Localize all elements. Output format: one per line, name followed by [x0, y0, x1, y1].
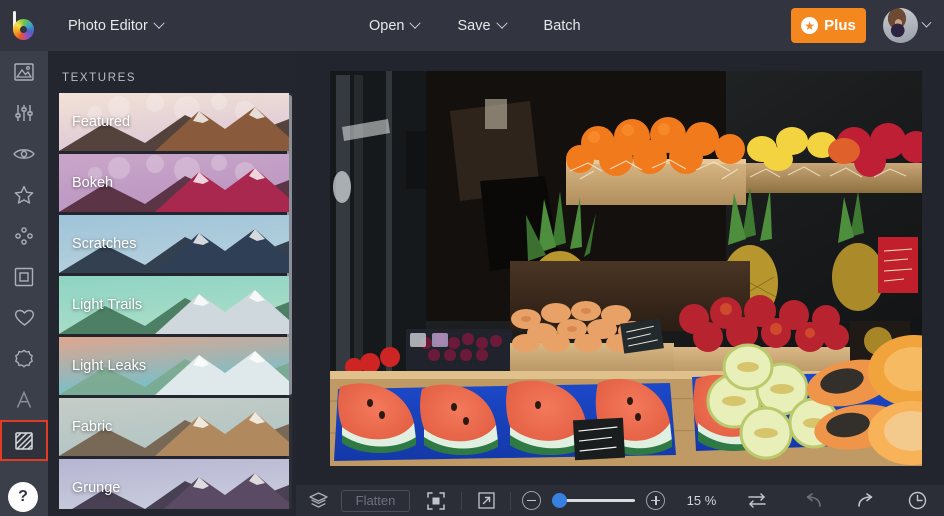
- heart-icon: [14, 309, 34, 326]
- fit-to-screen-button[interactable]: [410, 485, 460, 516]
- plus-label: Plus: [824, 17, 856, 34]
- expand-arrow-icon: [477, 492, 495, 509]
- texture-item[interactable]: Grunge: [59, 459, 289, 509]
- befunky-logo-icon: [10, 10, 38, 41]
- textures-list[interactable]: Featured Bokeh Scratches Light Trails Light …: [48, 93, 296, 509]
- star-icon: ★: [801, 17, 819, 34]
- market-photo: [330, 71, 922, 466]
- dots-cluster-icon: [15, 226, 33, 245]
- fit-to-screen-icon: [426, 491, 445, 510]
- account-menu[interactable]: [883, 8, 932, 43]
- app-logo[interactable]: [0, 0, 48, 51]
- texture-item-label: Featured: [72, 114, 131, 130]
- topbar-center-actions: Open Save Batch: [355, 0, 595, 51]
- redo-icon: [858, 492, 873, 507]
- texture-item[interactable]: Light Leaks: [59, 337, 289, 395]
- top-toolbar: Photo Editor Open Save Batch ★ Plus: [0, 0, 944, 51]
- undo-icon: [806, 492, 821, 507]
- texture-item[interactable]: Fabric: [59, 398, 289, 456]
- sidebar-item-text[interactable]: [0, 379, 48, 420]
- photo-editor-app: Photo Editor Open Save Batch ★ Plus ? TE…: [0, 0, 944, 516]
- mode-label: Photo Editor: [68, 17, 148, 34]
- texture-item[interactable]: Featured: [59, 93, 289, 151]
- zoom-slider[interactable]: [552, 493, 636, 509]
- textures-hatch-icon: [15, 431, 33, 450]
- zoom-in-button[interactable]: [635, 485, 676, 516]
- redo-button[interactable]: [839, 485, 891, 516]
- batch-label: Batch: [543, 17, 581, 34]
- batch-button[interactable]: Batch: [530, 10, 595, 42]
- chevron-down-icon: [495, 17, 508, 29]
- chevron-down-icon: [153, 17, 165, 29]
- sidebar-item-textures[interactable]: [0, 420, 48, 461]
- sidebar-item-overlays[interactable]: [0, 338, 48, 379]
- sidebar-item-frames[interactable]: [0, 256, 48, 297]
- expand-button[interactable]: [462, 485, 511, 516]
- sidebar-item-image[interactable]: [0, 51, 48, 92]
- sliders-icon: [15, 104, 33, 121]
- bottom-toolbar: Flatten 15 %: [296, 485, 944, 516]
- history-clock-icon: [909, 491, 927, 510]
- compare-swap-icon: [748, 493, 766, 508]
- star-outline-icon: [14, 185, 34, 204]
- flatten-label: Flatten: [355, 493, 396, 508]
- zoom-out-button[interactable]: [511, 485, 552, 516]
- panel-title: TEXTURES: [62, 72, 137, 84]
- chevron-down-icon: [921, 17, 932, 28]
- sidebar-item-artsy[interactable]: [0, 215, 48, 256]
- open-button[interactable]: Open: [355, 10, 433, 42]
- minus-icon: [522, 491, 542, 510]
- mode-selector[interactable]: Photo Editor: [56, 11, 175, 41]
- compare-button[interactable]: [727, 485, 787, 516]
- save-label: Save: [457, 17, 491, 34]
- layers-icon: [309, 492, 328, 508]
- texture-item-label: Light Leaks: [72, 358, 147, 374]
- open-label: Open: [369, 17, 405, 34]
- zoom-slider-knob[interactable]: [552, 493, 568, 508]
- texture-item-label: Bokeh: [72, 175, 114, 191]
- help-label: ?: [18, 488, 28, 505]
- plus-upgrade-button[interactable]: ★ Plus: [791, 8, 866, 43]
- plus-icon: [646, 491, 666, 510]
- texture-item[interactable]: Light Trails: [59, 276, 289, 334]
- letter-a-icon: [16, 390, 32, 408]
- tool-rail: ?: [0, 51, 48, 516]
- textures-panel: TEXTURES Featured Bokeh Scratches Light Tra…: [48, 51, 296, 516]
- sidebar-item-edit[interactable]: [0, 92, 48, 133]
- history-button[interactable]: [892, 485, 944, 516]
- texture-item-label: Fabric: [72, 419, 113, 435]
- texture-item-label: Scratches: [72, 236, 137, 252]
- sidebar-item-effects[interactable]: [0, 174, 48, 215]
- texture-item-label: Light Trails: [72, 297, 143, 313]
- texture-item-label: Grunge: [72, 480, 121, 496]
- chevron-down-icon: [409, 17, 422, 29]
- zoom-level: 15 %: [686, 493, 717, 508]
- frame-icon: [14, 267, 34, 286]
- texture-item[interactable]: Scratches: [59, 215, 289, 273]
- sidebar-item-graphics[interactable]: [0, 297, 48, 338]
- photo-canvas[interactable]: [330, 71, 922, 466]
- sidebar-item-touch-up[interactable]: [0, 133, 48, 174]
- texture-item[interactable]: Bokeh: [59, 154, 289, 212]
- layers-button[interactable]: [296, 485, 341, 516]
- image-icon: [14, 62, 34, 81]
- undo-button[interactable]: [787, 485, 839, 516]
- flatten-button[interactable]: Flatten: [340, 489, 411, 512]
- canvas-stage[interactable]: [296, 51, 944, 485]
- avatar: [883, 8, 918, 43]
- badge-seal-icon: [15, 349, 33, 367]
- eye-icon: [13, 148, 35, 159]
- help-button[interactable]: ?: [8, 482, 38, 512]
- save-button[interactable]: Save: [443, 10, 519, 42]
